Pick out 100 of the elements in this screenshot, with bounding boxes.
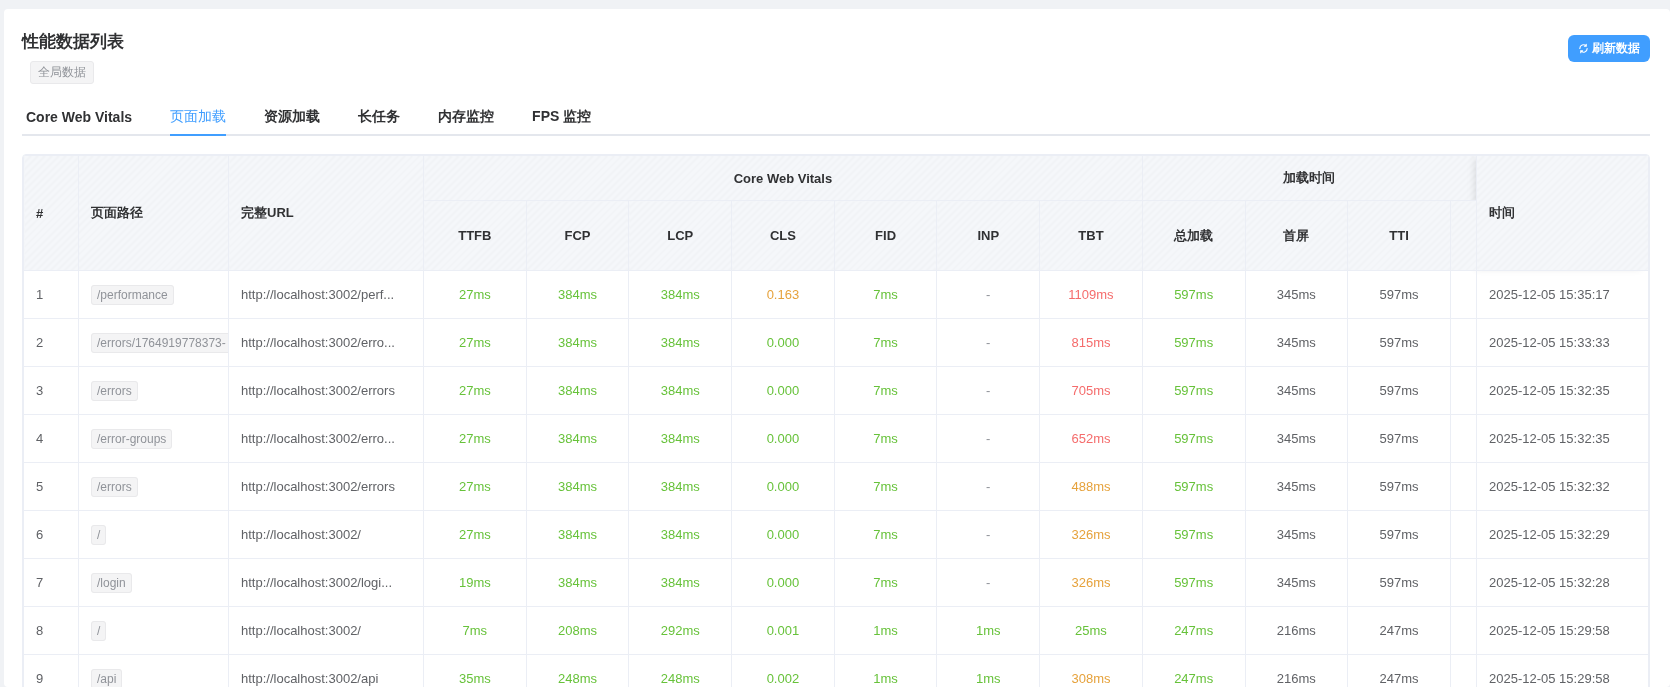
metric-value: 1ms [873,623,898,638]
metric-value: 248ms [558,671,598,686]
metric-value: 384ms [558,431,598,446]
metric-value: 384ms [660,479,700,494]
metric-value: 384ms [558,527,598,542]
column-header: 页面路径 [78,155,229,271]
metric-value: 597ms [1174,575,1214,590]
metric-value: 384ms [660,431,700,446]
column-header: 完整URL [228,155,424,271]
metric-value: - [986,383,991,398]
tab[interactable]: 内存监控 [438,102,495,136]
metric-value: 815ms [1071,335,1111,350]
metric-value: 0.002 [766,671,800,686]
table-cell: 2025-12-05 15:32:32 [1476,462,1649,511]
table-cell: 9 [23,654,79,687]
metric-value: - [986,335,991,350]
column-header: 首屏 [1245,200,1348,271]
metric-value: 345ms [1276,287,1316,302]
path-tag: /error-groups [91,429,173,449]
column-header: LCP [628,200,732,271]
metric-value: 247ms [1379,623,1419,638]
metric-value: 247ms [1174,623,1214,638]
path-tag: /performance [91,285,174,305]
metric-value: 384ms [660,383,700,398]
metric-value: 216ms [1276,671,1316,686]
metric-value: 597ms [1174,383,1214,398]
tab[interactable]: 长任务 [358,102,401,136]
metric-value: 345ms [1276,335,1316,350]
tab[interactable]: FPS 监控 [532,102,592,136]
metric-value: 384ms [558,335,598,350]
metric-value: 597ms [1379,479,1419,494]
metric-value: 27ms [458,287,491,302]
metric-value: 0.000 [766,527,800,542]
metric-value: 0.000 [766,479,800,494]
metric-value: 345ms [1276,479,1316,494]
metric-value: 7ms [873,479,898,494]
metric-value: 488ms [1071,479,1111,494]
column-header: TTFB [423,200,527,271]
metric-value: 597ms [1379,335,1419,350]
metric-value: 208ms [558,623,598,638]
metric-value: 0.000 [766,431,800,446]
tab[interactable]: Core Web Vitals [26,102,133,136]
table-cell: 2025-12-05 15:35:17 [1476,270,1649,319]
metric-value: 345ms [1276,575,1316,590]
metric-value: 27ms [458,479,491,494]
table-cell: 5 [23,462,79,511]
table-cell: 4 [23,414,79,463]
metric-value: 597ms [1174,479,1214,494]
path-tag: /errors/1764919778373- [91,333,228,353]
metric-value: 7ms [873,335,898,350]
metric-value: 7ms [873,383,898,398]
metric-value: 0.000 [766,383,800,398]
table-cell: 2025-12-05 15:32:28 [1476,558,1649,607]
table-cell: 2025-12-05 15:32:35 [1476,414,1649,463]
metric-value: 0.000 [766,575,800,590]
metric-value: 1109ms [1068,287,1114,302]
metric-value: 25ms [1075,623,1107,638]
metric-value: 384ms [558,287,598,302]
metric-value: 7ms [462,623,488,638]
metric-value: 384ms [558,575,598,590]
metric-value: 35ms [458,671,491,686]
tab[interactable]: 资源加载 [264,102,321,136]
table-cell: 6 [23,510,79,559]
column-header: 时间 [1476,155,1649,271]
column-header: INP [936,200,1040,271]
metric-value: 7ms [873,431,898,446]
table-cell: 8 [23,606,79,655]
metric-value: 705ms [1071,383,1111,398]
metric-value: 216ms [1276,623,1316,638]
metric-value: 326ms [1071,527,1111,542]
metric-value: 384ms [660,287,700,302]
metric-value: 7ms [873,527,898,542]
metric-value: 597ms [1379,527,1419,542]
metric-value: 597ms [1174,287,1214,302]
table-cell: 3 [23,366,79,415]
metric-value: 384ms [660,527,700,542]
metric-value: 597ms [1174,527,1214,542]
metric-value: 597ms [1174,335,1214,350]
table-cell: 2025-12-05 15:32:29 [1476,510,1649,559]
column-header: TBT [1039,200,1143,271]
metric-value: 597ms [1174,431,1214,446]
table-cell: http://localhost:3002/erro... [228,318,424,367]
metric-value: 597ms [1379,287,1419,302]
metric-value: 1ms [873,671,898,686]
table-cell: http://localhost:3002/erro... [228,414,424,463]
table-cell: 1 [23,270,79,319]
metric-value: - [986,287,991,302]
column-header: TTI [1347,200,1451,271]
metric-value: 247ms [1174,671,1214,686]
metric-value: 597ms [1379,431,1419,446]
metric-value: 7ms [873,575,898,590]
table-cell: http://localhost:3002/logi... [228,558,424,607]
table-cell: http://localhost:3002/errors [228,366,424,415]
metric-value: 597ms [1379,383,1419,398]
metric-value: 27ms [458,335,491,350]
metric-value: 1ms [976,671,1001,686]
metric-value: 652ms [1071,431,1111,446]
metric-value: 27ms [458,383,491,398]
path-tag: /login [91,573,132,593]
metric-value: 19ms [458,575,491,590]
